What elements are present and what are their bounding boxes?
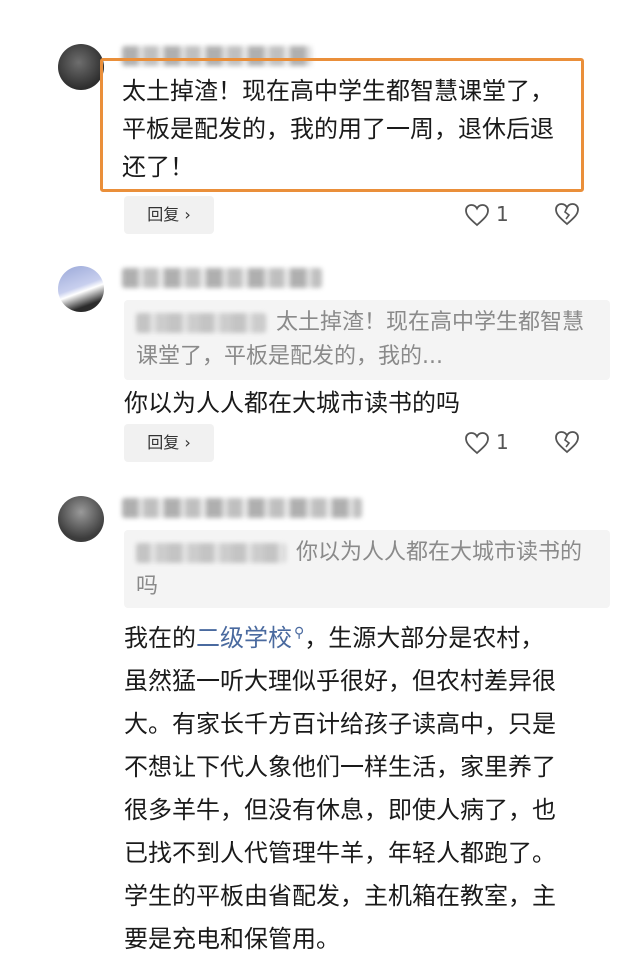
comment-text-rest: ，生源大部分是农村，虽然猛一听大理似乎很好，但农村差异很大。有家长千方百计给孩子…	[124, 624, 556, 953]
comment-text: 太土掉渣！现在高中学生都智慧课堂了，平板是配发的，我的用了一周，退休后退还了！	[122, 77, 554, 181]
like-button[interactable]: 1	[464, 428, 534, 458]
username-blurred[interactable]	[122, 268, 322, 288]
avatar[interactable]	[58, 44, 104, 90]
dislike-button[interactable]	[554, 430, 580, 456]
heart-icon	[465, 432, 489, 455]
quoted-username-blurred	[136, 543, 286, 563]
reply-label: 回复	[147, 205, 180, 224]
like-count: 1	[496, 430, 509, 454]
search-icon: ⚲	[294, 625, 305, 641]
avatar[interactable]	[58, 266, 104, 312]
quoted-username-blurred	[136, 313, 266, 333]
comment-text-start: 我在的	[124, 624, 196, 652]
comment-text: 你以为人人都在大城市读书的吗	[124, 389, 460, 417]
quoted-comment[interactable]: 太土掉渣！现在高中学生都智慧课堂了，平板是配发的，我的...	[124, 300, 610, 380]
broken-heart-icon	[555, 203, 579, 226]
reply-button[interactable]: 回复 ›	[124, 424, 214, 462]
heart-icon	[465, 204, 489, 227]
quoted-comment[interactable]: 你以为人人都在大城市读书的吗	[124, 530, 610, 608]
topic-link-label: 二级学校	[196, 624, 292, 652]
username-blurred[interactable]	[122, 498, 362, 518]
reply-label: 回复	[147, 433, 180, 452]
reply-button[interactable]: 回复 ›	[124, 196, 214, 234]
chevron-right-icon: ›	[184, 205, 191, 224]
like-count: 1	[496, 202, 509, 226]
topic-link[interactable]: 二级学校 ⚲	[196, 624, 304, 652]
comment-text: 我在的二级学校 ⚲，生源大部分是农村，虽然猛一听大理似乎很好，但农村差异很大。有家…	[124, 612, 564, 961]
dislike-button[interactable]	[554, 202, 580, 228]
like-button[interactable]: 1	[464, 200, 534, 230]
broken-heart-icon	[555, 431, 579, 454]
chevron-right-icon: ›	[184, 433, 191, 452]
avatar[interactable]	[58, 496, 104, 542]
